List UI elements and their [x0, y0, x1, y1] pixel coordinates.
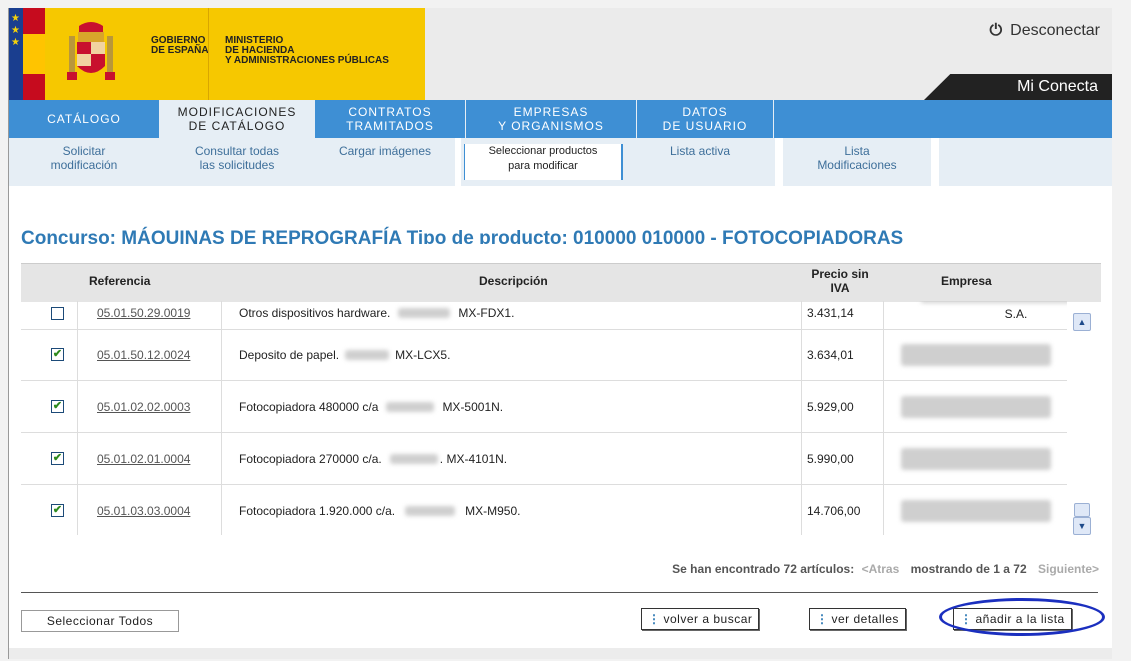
- table-scrollbar[interactable]: ▲ ▼: [1071, 301, 1091, 535]
- checkbox-checked[interactable]: ✔: [51, 348, 64, 361]
- checkbox-unchecked[interactable]: [51, 306, 64, 320]
- row-empresa: [901, 485, 1051, 535]
- dots-icon: ⋮: [648, 612, 661, 626]
- row-empresa: S.A.: [921, 301, 1067, 329]
- subnav-cargar-imagenes[interactable]: Cargar imágenes: [315, 144, 455, 176]
- subnav-gap: [455, 138, 461, 186]
- checkbox-checked[interactable]: ✔: [51, 400, 64, 413]
- row-checkbox[interactable]: ✔: [51, 485, 64, 535]
- main-nav: CATÁLOGO MODIFICACIONES DE CATÁLOGO CONT…: [9, 100, 1112, 138]
- row-checkbox[interactable]: ✔: [51, 381, 64, 432]
- pager-showing: mostrando de 1 a 72: [910, 562, 1027, 576]
- checkbox-checked[interactable]: ✔: [51, 504, 64, 517]
- nav-datos-usuario[interactable]: DATOS DE USUARIO: [637, 100, 773, 138]
- dots-icon: ⋮: [960, 612, 973, 626]
- subnav-solicitar[interactable]: Solicitar modificación: [9, 144, 159, 176]
- ministerio-text: MINISTERIO DE HACIENDA Y ADMINISTRACIONE…: [225, 35, 389, 66]
- row-checkbox[interactable]: ✔: [51, 329, 64, 380]
- subnav-lista-activa[interactable]: Lista activa: [625, 144, 775, 176]
- nav-empresas[interactable]: EMPRESAS Y ORGANISMOS: [466, 100, 636, 138]
- gobierno-text: GOBIERNO DE ESPAÑA: [151, 35, 209, 56]
- logo-divider: [208, 8, 209, 100]
- row-ref-link[interactable]: 05.01.50.29.0019: [97, 301, 190, 329]
- col-referencia[interactable]: Referencia: [89, 274, 150, 288]
- row-price: 5.929,00: [807, 399, 854, 414]
- subnav-consultar[interactable]: Consultar todas las solicitudes: [159, 144, 315, 176]
- row-ref-link[interactable]: 05.01.02.02.0003: [97, 381, 190, 432]
- footer-band: [9, 648, 1112, 659]
- row-empresa: [901, 381, 1051, 432]
- row-description: Otros dispositivos hardware. MX-FDX1.: [239, 306, 515, 320]
- row-description: Deposito de papel. MX-LCX5.: [239, 347, 451, 362]
- subnav-seleccionar-productos[interactable]: Seleccionar productos para modificar: [464, 144, 623, 180]
- row-description: Fotocopiadora 1.920.000 c/a. MX-M950.: [239, 503, 521, 518]
- scroll-down-icon[interactable]: ▼: [1073, 517, 1091, 535]
- products-table: Referencia Descripción Precio sin IVA Em…: [21, 263, 1101, 535]
- scroll-thumb[interactable]: [1074, 503, 1090, 517]
- row-price: 5.990,00: [807, 451, 854, 466]
- coat-of-arms-icon: [67, 22, 115, 80]
- row-empresa: [901, 329, 1051, 380]
- back-to-search-button[interactable]: ⋮ volver a buscar: [641, 608, 760, 630]
- disconnect-link[interactable]: ⏻ Desconectar: [990, 22, 1100, 40]
- header-gray-area: ⏻ Desconectar Mi Conecta: [425, 8, 1112, 100]
- row-checkbox[interactable]: [51, 301, 64, 329]
- add-to-list-button[interactable]: ⋮ añadir a la lista: [953, 608, 1072, 630]
- table-header: Referencia Descripción Precio sin IVA Em…: [21, 263, 1101, 302]
- pager-next-link[interactable]: Siguiente>: [1038, 562, 1099, 576]
- app-frame: ★ ★ ★ GOBIERNO DE ESPAÑA MINISTERIO DE H…: [8, 8, 1112, 659]
- row-description: Fotocopiadora 270000 c/a.. MX-4101N.: [239, 451, 508, 466]
- government-logo-block: GOBIERNO DE ESPAÑA MINISTERIO DE HACIEND…: [45, 8, 425, 100]
- col-precio[interactable]: Precio sin IVA: [803, 267, 877, 295]
- row-ref-link[interactable]: 05.01.03.03.0004: [97, 485, 190, 535]
- subnav-lista-modificaciones[interactable]: Lista Modificaciones: [783, 144, 931, 176]
- nav-catalogo[interactable]: CATÁLOGO: [9, 100, 159, 138]
- page-title: Concurso: MÁQUINAS DE REPROGRAFÍA Tipo d…: [21, 228, 904, 244]
- divider: [21, 592, 1098, 593]
- col-empresa[interactable]: Empresa: [941, 274, 992, 288]
- nav-modificaciones[interactable]: MODIFICACIONES DE CATÁLOGO: [160, 100, 314, 138]
- subnav-gap: [931, 138, 939, 186]
- select-all-button[interactable]: Seleccionar Todos: [21, 610, 179, 632]
- dots-icon: ⋮: [816, 612, 829, 626]
- spain-flag-strip: [23, 8, 45, 100]
- eu-flag-strip: ★ ★ ★: [9, 8, 23, 100]
- site-header: ★ ★ ★ GOBIERNO DE ESPAÑA MINISTERIO DE H…: [9, 8, 1112, 100]
- table-row: 05.01.50.29.0019 Otros dispositivos hard…: [21, 301, 1067, 330]
- table-row: ✔ 05.01.02.01.0004 Fotocopiadora 270000 …: [21, 433, 1067, 485]
- results-count: Se han encontrado 72 artículos:: [672, 562, 855, 576]
- row-price: 3.431,14: [807, 306, 854, 320]
- table-body: 05.01.50.29.0019 Otros dispositivos hard…: [21, 301, 1067, 535]
- nav-contratos[interactable]: CONTRATOS TRAMITADOS: [315, 100, 465, 138]
- sub-nav: Solicitar modificación Consultar todas l…: [9, 138, 1112, 186]
- row-description: Fotocopiadora 480000 c/a MX-5001N.: [239, 399, 504, 414]
- row-ref-link[interactable]: 05.01.02.01.0004: [97, 433, 190, 484]
- table-row: ✔ 05.01.50.12.0024 Deposito de papel. MX-…: [21, 329, 1067, 381]
- table-row: ✔ 05.01.02.02.0003 Fotocopiadora 480000 …: [21, 381, 1067, 433]
- pager-prev-link[interactable]: <Atras: [862, 562, 900, 576]
- subnav-gap: [775, 138, 783, 186]
- nav-divider: [773, 100, 774, 138]
- scroll-up-icon[interactable]: ▲: [1073, 313, 1091, 331]
- row-price: 14.706,00: [807, 503, 861, 518]
- checkbox-checked[interactable]: ✔: [51, 452, 64, 465]
- row-checkbox[interactable]: ✔: [51, 433, 64, 484]
- row-price: 3.634,01: [807, 347, 854, 362]
- pagination: Se han encontrado 72 artículos: <Atras m…: [9, 562, 1099, 576]
- row-empresa: [901, 433, 1051, 484]
- table-row: ✔ 05.01.03.03.0004 Fotocopiadora 1.920.0…: [21, 485, 1067, 535]
- row-ref-link[interactable]: 05.01.50.12.0024: [97, 329, 190, 380]
- power-icon: ⏻: [989, 22, 1003, 39]
- disconnect-label: Desconectar: [1010, 22, 1100, 39]
- view-details-button[interactable]: ⋮ ver detalles: [809, 608, 906, 630]
- mi-conecta-tab[interactable]: Mi Conecta: [924, 74, 1112, 100]
- col-descripcion[interactable]: Descripción: [479, 274, 548, 288]
